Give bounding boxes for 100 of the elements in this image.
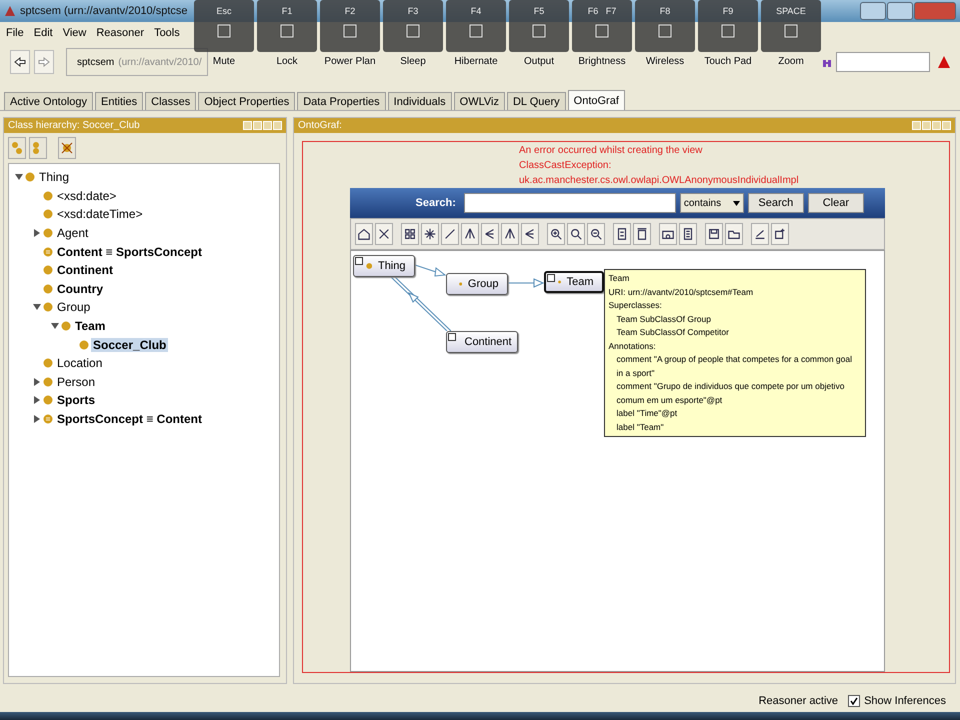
menu-item[interactable]: Reasoner	[96, 27, 144, 39]
clear-button[interactable]: Clear	[808, 193, 864, 213]
diagonal-line-icon	[442, 227, 456, 241]
graph-tool-button[interactable]	[566, 223, 584, 245]
graph-tool-button[interactable]	[500, 223, 518, 245]
hotkey-label: Sleep	[400, 56, 426, 67]
tab[interactable]: Classes	[145, 92, 196, 110]
search-button[interactable]: Search	[748, 193, 804, 213]
class-label[interactable]: Team	[73, 319, 108, 334]
tab[interactable]: Data Properties	[297, 92, 386, 110]
ontology-address-field[interactable]: sptcsem (urn://avantv/2010/	[66, 48, 208, 76]
graph-tool-button[interactable]	[440, 223, 458, 245]
hotkey-icon	[594, 24, 610, 38]
warning-icon	[938, 56, 950, 68]
class-label[interactable]: Thing	[37, 170, 72, 184]
graph-tool-button[interactable]	[520, 223, 538, 245]
show-inferences-checkbox[interactable]	[848, 695, 860, 707]
tooltip-text: Superclasses:	[608, 299, 663, 312]
window-plus-icon	[772, 227, 786, 241]
key-label: F9	[722, 6, 734, 16]
class-label[interactable]: Continent	[55, 263, 115, 278]
graph-search-field[interactable]	[464, 193, 676, 213]
graph-tool-button[interactable]	[770, 223, 788, 245]
tab[interactable]: Individuals	[388, 92, 452, 110]
graph-tool-button[interactable]	[354, 223, 372, 245]
panel-title: OntoGraf:	[298, 120, 342, 131]
graph-tool-button[interactable]	[460, 223, 478, 245]
graph-tool-button[interactable]	[724, 223, 742, 245]
graph-tool-button[interactable]	[704, 223, 722, 245]
hotkey-icon	[783, 24, 799, 38]
tooltip-text: Annotations:	[608, 340, 657, 352]
tab[interactable]: Object Properties	[198, 92, 296, 110]
tab[interactable]: OWLViz	[454, 92, 505, 110]
circles-icon	[11, 141, 23, 155]
graph-tool-button[interactable]	[658, 223, 676, 245]
class-node[interactable]: Group	[446, 273, 508, 295]
match-dropdown[interactable]: contains	[680, 193, 744, 213]
tab[interactable]: Entities	[95, 92, 144, 110]
reasoner-status: Reasoner active	[758, 695, 838, 707]
graph-tool-button[interactable]	[678, 223, 696, 245]
class-label[interactable]: <xsd:date>	[55, 188, 118, 203]
class-label[interactable]: <xsd:dateTime>	[55, 207, 145, 222]
class-label[interactable]: Person	[55, 374, 98, 389]
key-label: F4	[470, 6, 482, 16]
hotkey-icon	[657, 24, 673, 38]
tab[interactable]: DL Query	[506, 92, 566, 110]
class-node[interactable]: Continent	[446, 331, 518, 353]
collapse-triangle-icon[interactable]	[51, 322, 59, 330]
menu-item[interactable]: Edit	[34, 27, 53, 39]
class-label[interactable]: Sports	[55, 393, 98, 408]
class-node[interactable]: Thing	[352, 255, 414, 277]
expand-icon[interactable]	[448, 333, 456, 341]
tree-icon	[462, 227, 476, 241]
collapse-triangle-icon[interactable]	[33, 303, 41, 312]
key-label: F3	[408, 6, 418, 16]
class-label[interactable]: Country	[55, 282, 105, 296]
graph-tool-button[interactable]	[400, 223, 418, 245]
delete-class-button[interactable]	[58, 137, 76, 159]
graph-tool-button[interactable]	[374, 223, 392, 245]
export-icon	[752, 227, 766, 241]
branch-icon	[482, 227, 496, 241]
left-arrow-icon	[14, 57, 26, 67]
class-label[interactable]: Content ≡ SportsConcept	[55, 244, 204, 259]
menu-item[interactable]: File	[6, 27, 24, 39]
graph-tool-button[interactable]	[546, 223, 564, 245]
graph-tool-button[interactable]	[632, 223, 650, 245]
maximize-button[interactable]	[887, 2, 913, 20]
class-label[interactable]: Soccer_Club	[91, 338, 168, 352]
menu-item[interactable]: Tools	[154, 27, 180, 39]
expand-icon[interactable]	[546, 274, 554, 282]
menu-item[interactable]: View	[62, 27, 86, 39]
expand-triangle-icon[interactable]	[33, 415, 41, 424]
collapse-triangle-icon[interactable]	[15, 173, 23, 182]
graph-tool-button[interactable]	[586, 223, 604, 245]
search-field[interactable]	[836, 52, 930, 72]
tab[interactable]: Active Ontology	[4, 92, 94, 110]
graph-tool-button[interactable]	[480, 223, 498, 245]
tooltip-text: Team SubClassOf Group	[616, 312, 712, 326]
crossed-circle-icon	[61, 142, 73, 154]
hotkey-label: Wireless	[646, 56, 684, 67]
minimize-button[interactable]	[860, 2, 886, 20]
key-label: F8	[660, 6, 670, 16]
expand-icon[interactable]	[354, 257, 362, 265]
hotkey-label: Zoom	[778, 56, 804, 67]
key-label: F1	[282, 6, 292, 16]
class-label[interactable]: Agent	[55, 226, 90, 240]
expand-triangle-icon[interactable]	[33, 229, 41, 238]
expand-triangle-icon[interactable]	[33, 378, 41, 386]
class-label[interactable]: SportsConcept ≡ Content	[55, 412, 204, 426]
tab[interactable]: OntoGraf	[568, 90, 625, 110]
tooltip-text: comment "A group of people that competes for a common goal in a sport"	[616, 353, 853, 380]
class-node[interactable]: Team	[544, 271, 604, 293]
graph-tool-button[interactable]	[612, 223, 630, 245]
graph-tool-button[interactable]	[750, 223, 768, 245]
class-label[interactable]: Group	[55, 300, 92, 314]
graph-tool-button[interactable]	[420, 223, 438, 245]
expand-triangle-icon[interactable]	[33, 396, 41, 404]
class-label[interactable]: Location	[55, 356, 104, 370]
tooltip-text: label "Team"	[616, 420, 665, 434]
back-button[interactable]	[10, 50, 30, 74]
